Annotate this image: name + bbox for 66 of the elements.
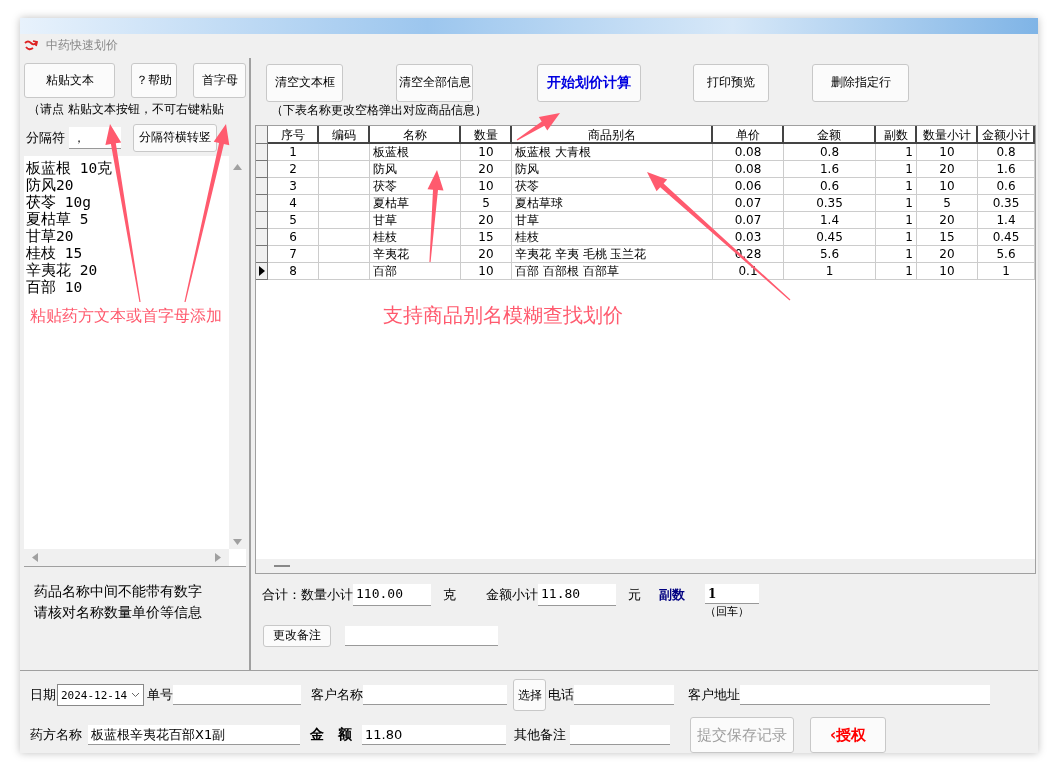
hint-text: （下表名称更改空格弹出对应商品信息） — [271, 101, 488, 119]
unit-label: 克 — [443, 585, 456, 604]
convert-button[interactable]: 分隔符横转竖 — [133, 123, 217, 152]
date-picker[interactable]: 2024-12-14 — [57, 684, 145, 706]
scroll-right-icon[interactable] — [215, 552, 221, 562]
other-remark-label: 其他备注 — [514, 726, 566, 744]
phone-field[interactable] — [574, 685, 675, 705]
annotation-text: 粘贴药方文本或首字母添加 — [30, 306, 222, 327]
separator-label: 分隔符 — [26, 128, 65, 147]
scroll-left-icon[interactable] — [32, 552, 38, 562]
change-remark-button[interactable]: 更改备注 — [263, 624, 331, 647]
total-quantity-label: 合计：数量小计 — [262, 585, 353, 604]
date-label: 日期 — [30, 686, 56, 704]
toolbar-button[interactable]: 删除指定行 — [812, 63, 909, 102]
toolbar-button[interactable]: 清空文本框 — [266, 63, 343, 102]
toolbar-button[interactable]: 打印预览 — [693, 63, 769, 102]
other-remark-field[interactable] — [570, 725, 670, 745]
window-title: 中药快速划价 — [46, 37, 118, 55]
chevron-down-icon — [131, 692, 141, 698]
note-text: 药品名称中间不能带有数字 — [34, 582, 203, 601]
order-number-field[interactable] — [173, 685, 302, 705]
column-header[interactable]: 金额小计 — [978, 125, 1035, 144]
customer-name-label: 客户名称 — [311, 686, 364, 704]
customer-address-label: 客户地址 — [688, 686, 741, 704]
quantity-field[interactable]: 110.00 — [353, 583, 431, 606]
current-row-icon — [258, 265, 265, 276]
hint-text: （请点 粘贴文本按钮，不可右键粘贴 — [28, 101, 225, 117]
total-amount-label: 金额小计 — [486, 585, 538, 604]
unit-label: 元 — [628, 585, 641, 604]
doses-label: 副数 — [659, 585, 685, 604]
pasted-text: 板蓝根 10克 防风20 茯苓 10g 夏枯草 5 甘草20 桂枝 15 辛夷花 20 百部 10 — [26, 159, 113, 296]
scroll-down-icon[interactable] — [233, 538, 242, 545]
order-number-label: 单号 — [147, 686, 174, 704]
annotation-text: 支持商品别名模糊查找划价 — [383, 302, 623, 329]
amount-label: 金 额 — [310, 726, 352, 744]
toolbar-button[interactable]: 开始划价计算 — [537, 63, 641, 102]
remark-field[interactable] — [345, 625, 498, 646]
toolbar-button[interactable]: 首字母 — [193, 62, 246, 98]
app-icon — [24, 39, 38, 52]
column-header[interactable]: 编码 — [319, 125, 370, 144]
column-header[interactable]: 金额 — [784, 125, 876, 144]
scroll-thumb[interactable] — [274, 564, 290, 567]
note-text: 请核对名称数量单价等信息 — [34, 603, 203, 622]
amount-field[interactable]: 11.80 — [362, 725, 506, 745]
phone-label: 电话 — [548, 686, 575, 704]
column-header[interactable]: 副数 — [876, 125, 917, 144]
column-header[interactable]: 商品别名 — [512, 125, 713, 144]
customer-address-field[interactable] — [740, 685, 991, 705]
column-header[interactable]: 序号 — [268, 125, 319, 144]
annotation-arrow — [516, 113, 560, 141]
column-header[interactable]: 名称 — [370, 125, 461, 144]
column-header[interactable]: 数量 — [461, 125, 512, 144]
license-button[interactable]: ‹授权 — [810, 717, 886, 753]
customer-name-field[interactable] — [363, 685, 508, 705]
recipe-name-label: 药方名称 — [30, 726, 82, 744]
toolbar-button[interactable]: 清空全部信息 — [396, 63, 473, 102]
doses-field[interactable]: 1 — [705, 583, 759, 604]
amount-field[interactable]: 11.80 — [538, 583, 616, 606]
recipe-name-field[interactable]: 板蓝根辛夷花百部X1副 — [88, 725, 300, 745]
enter-hint: （回车） — [705, 603, 750, 619]
column-header[interactable]: 数量小计 — [917, 125, 978, 144]
scroll-up-icon[interactable] — [233, 163, 242, 170]
column-header[interactable]: 单价 — [713, 125, 784, 144]
toolbar-button[interactable]: ？帮助 — [131, 62, 177, 98]
select-button[interactable]: 选择 — [513, 679, 547, 711]
toolbar-button[interactable]: 粘贴文本 — [24, 62, 115, 98]
